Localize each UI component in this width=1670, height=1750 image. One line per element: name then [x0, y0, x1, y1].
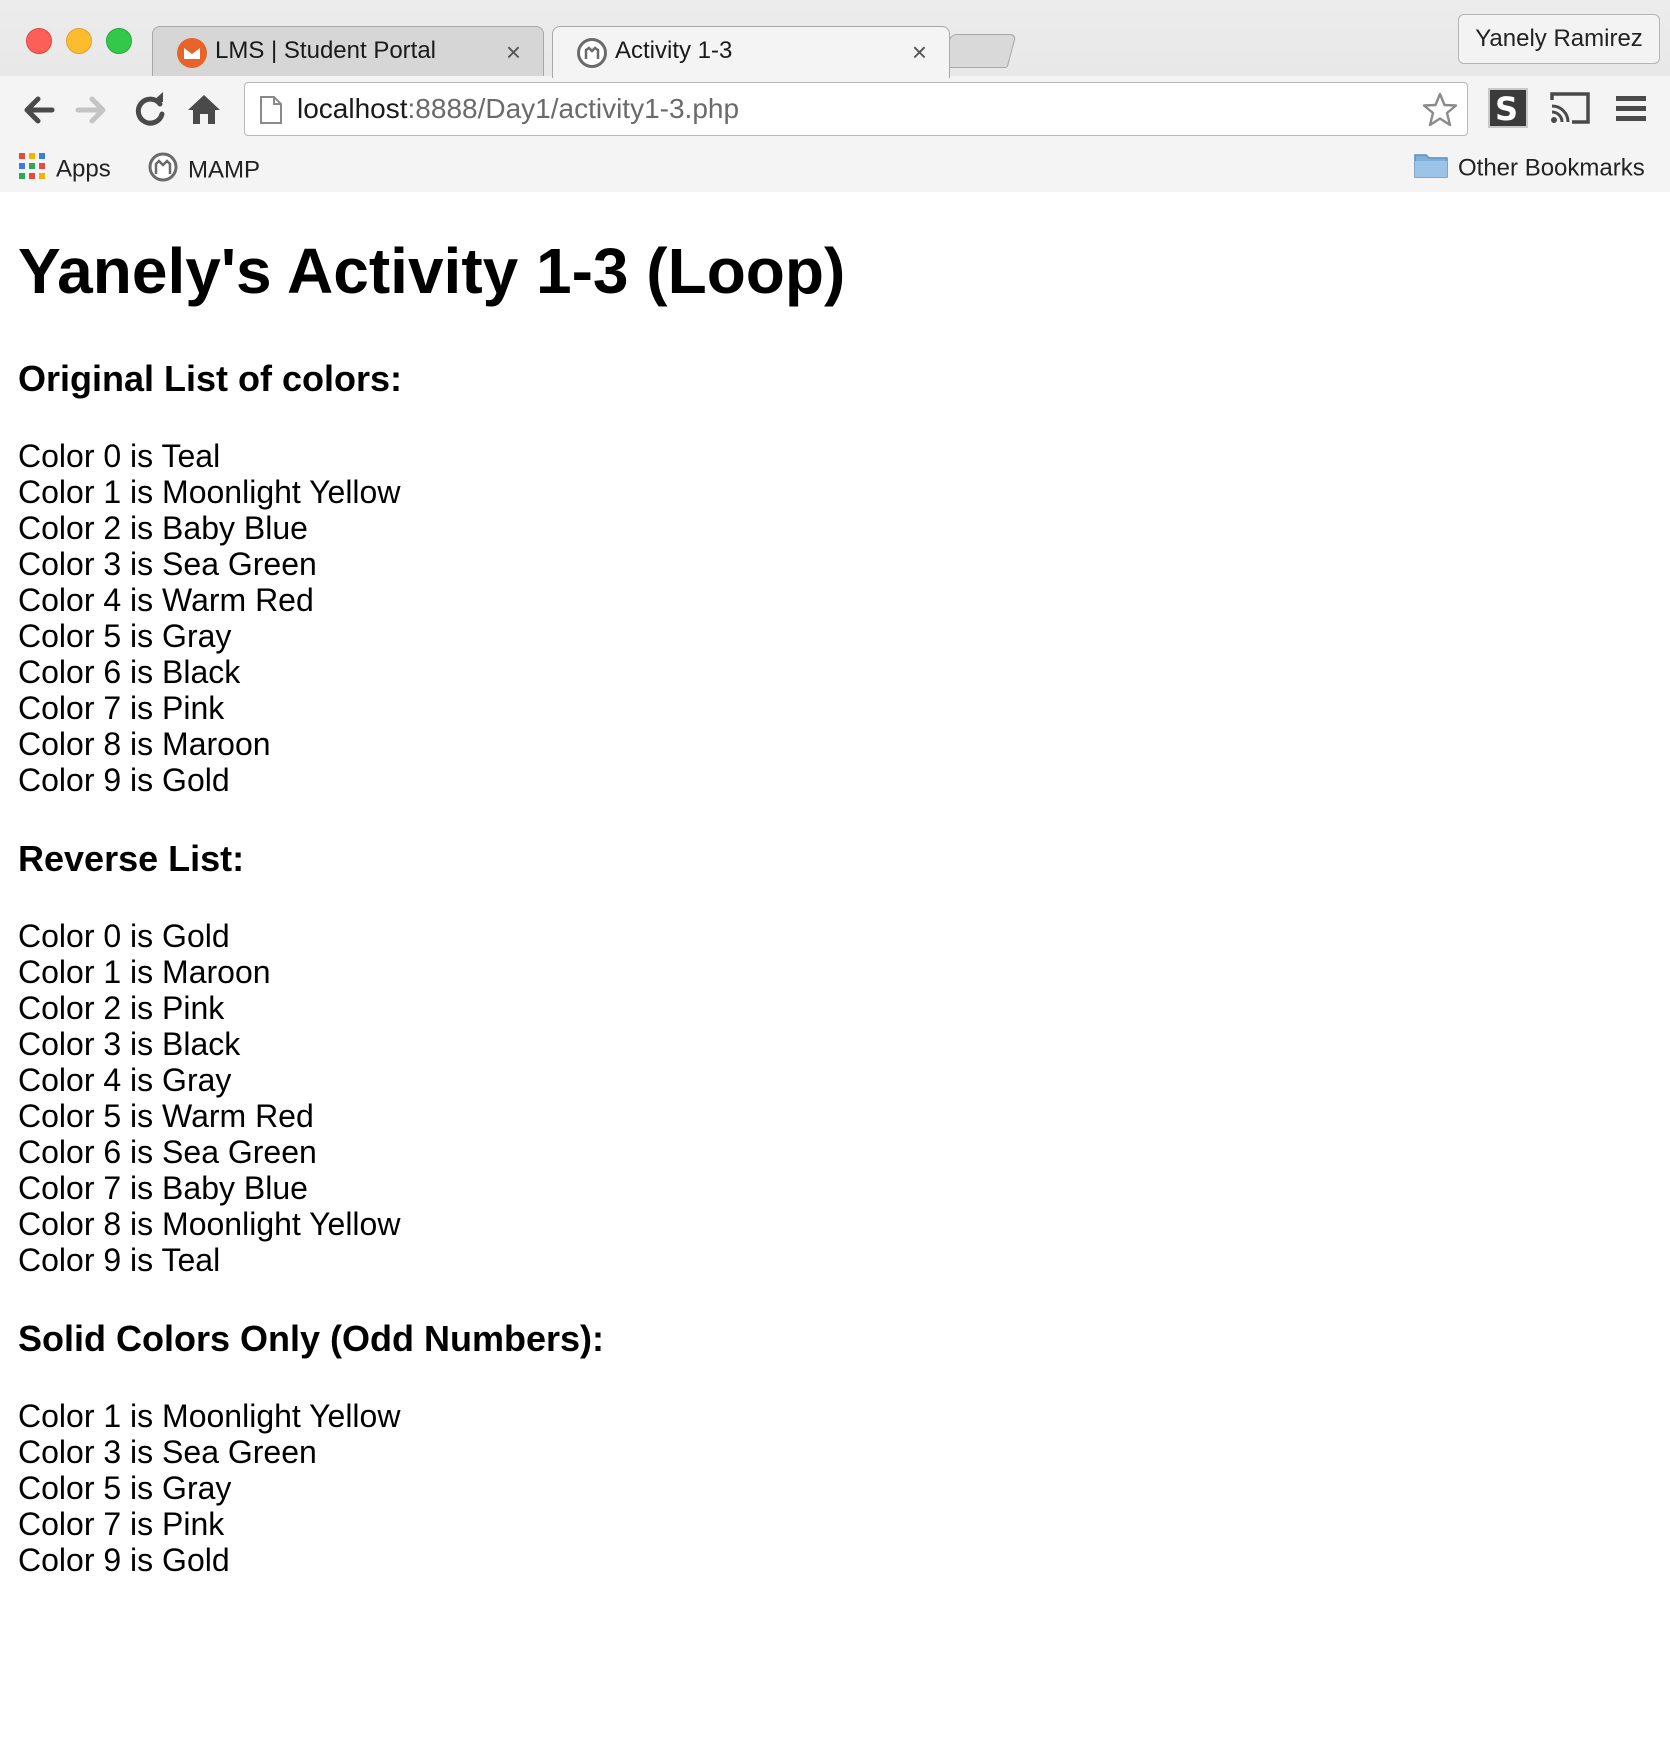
section-heading-reverse: Reverse List:: [18, 838, 245, 879]
page-icon: [259, 95, 283, 130]
lms-favicon-icon: [177, 38, 207, 68]
bookmark-other-bookmarks[interactable]: Other Bookmarks: [1414, 152, 1645, 185]
list-item: Color 1 is Moonlight Yellow: [18, 474, 401, 510]
forward-icon[interactable]: [72, 90, 112, 130]
url-path: :8888/Day1/activity1-3.php: [407, 93, 740, 124]
list-item: Color 5 is Warm Red: [18, 1098, 314, 1134]
list-item: Color 6 is Black: [18, 654, 241, 690]
list-item: Color 0 is Gold: [18, 918, 230, 954]
star-icon[interactable]: [1421, 91, 1459, 134]
list-item: Color 6 is Sea Green: [18, 1134, 317, 1170]
menu-icon[interactable]: [1614, 92, 1648, 131]
list-item: Color 5 is Gray: [18, 1470, 232, 1506]
tab-activity-1-3[interactable]: Activity 1-3 ×: [552, 26, 950, 78]
apps-grid-icon: [18, 152, 46, 187]
back-icon[interactable]: [18, 90, 58, 130]
tab-lms-student-portal[interactable]: LMS | Student Portal ×: [152, 26, 544, 76]
list-item: Color 8 is Maroon: [18, 726, 271, 762]
original-color-list: Color 0 is Teal Color 1 is Moonlight Yel…: [18, 438, 400, 798]
list-item: Color 3 is Black: [18, 1026, 241, 1062]
list-item: Color 4 is Gray: [18, 1062, 232, 1098]
bookmarks-bar: Apps MAMP Other Bookmarks: [0, 146, 1670, 192]
bookmark-label: Apps: [56, 155, 111, 183]
window-minimize-button[interactable]: [66, 28, 92, 54]
list-item: Color 3 is Sea Green: [18, 1434, 317, 1470]
mamp-icon: [148, 152, 178, 189]
bookmark-label: Other Bookmarks: [1458, 154, 1645, 182]
reverse-color-list: Color 0 is Gold Color 1 is Maroon Color …: [18, 918, 400, 1278]
list-item: Color 9 is Gold: [18, 762, 230, 798]
list-item: Color 9 is Teal: [18, 1242, 221, 1278]
browser-chrome: LMS | Student Portal × Activity 1-3 × Ya…: [0, 0, 1670, 192]
toolbar: localhost:8888/Day1/activity1-3.php S: [0, 76, 1670, 146]
new-tab-button[interactable]: [941, 34, 1017, 68]
list-item: Color 1 is Moonlight Yellow: [18, 1398, 401, 1434]
tab-title: LMS | Student Portal: [215, 37, 437, 64]
list-item: Color 0 is Teal: [18, 438, 221, 474]
list-item: Color 7 is Pink: [18, 690, 225, 726]
tab-strip: LMS | Student Portal × Activity 1-3 × Ya…: [0, 0, 1670, 78]
tab-close-icon[interactable]: ×: [506, 37, 521, 67]
tab-close-icon[interactable]: ×: [912, 37, 927, 67]
list-item: Color 3 is Sea Green: [18, 546, 317, 582]
mamp-favicon-icon: [577, 38, 607, 68]
extension-icon[interactable]: S: [1488, 88, 1528, 128]
bookmark-apps[interactable]: Apps: [18, 152, 111, 187]
reload-icon[interactable]: [130, 90, 170, 130]
page-title: Yanely's Activity 1-3 (Loop): [18, 235, 846, 307]
list-item: Color 8 is Moonlight Yellow: [18, 1206, 401, 1242]
window-maximize-button[interactable]: [106, 28, 132, 54]
section-heading-solid-colors: Solid Colors Only (Odd Numbers):: [18, 1318, 605, 1359]
home-icon[interactable]: [184, 90, 224, 130]
url-host: localhost: [297, 93, 408, 124]
list-item: Color 1 is Maroon: [18, 954, 271, 990]
list-item: Color 2 is Pink: [18, 990, 225, 1026]
solid-color-list: Color 1 is Moonlight Yellow Color 3 is S…: [18, 1398, 400, 1578]
list-item: Color 7 is Pink: [18, 1506, 225, 1542]
window-close-button[interactable]: [26, 28, 52, 54]
section-heading-original: Original List of colors:: [18, 358, 403, 399]
address-bar[interactable]: localhost:8888/Day1/activity1-3.php: [244, 82, 1468, 136]
list-item: Color 2 is Baby Blue: [18, 510, 308, 546]
url-text: localhost:8888/Day1/activity1-3.php: [297, 93, 739, 125]
cast-icon[interactable]: [1548, 90, 1592, 131]
bookmark-mamp[interactable]: MAMP: [148, 152, 260, 189]
bookmark-label: MAMP: [188, 156, 260, 184]
list-item: Color 4 is Warm Red: [18, 582, 314, 618]
folder-icon: [1414, 152, 1448, 185]
list-item: Color 9 is Gold: [18, 1542, 230, 1578]
list-item: Color 7 is Baby Blue: [18, 1170, 308, 1206]
tab-title: Activity 1-3: [615, 37, 733, 64]
list-item: Color 5 is Gray: [18, 618, 232, 654]
profile-button[interactable]: Yanely Ramirez: [1458, 14, 1660, 64]
